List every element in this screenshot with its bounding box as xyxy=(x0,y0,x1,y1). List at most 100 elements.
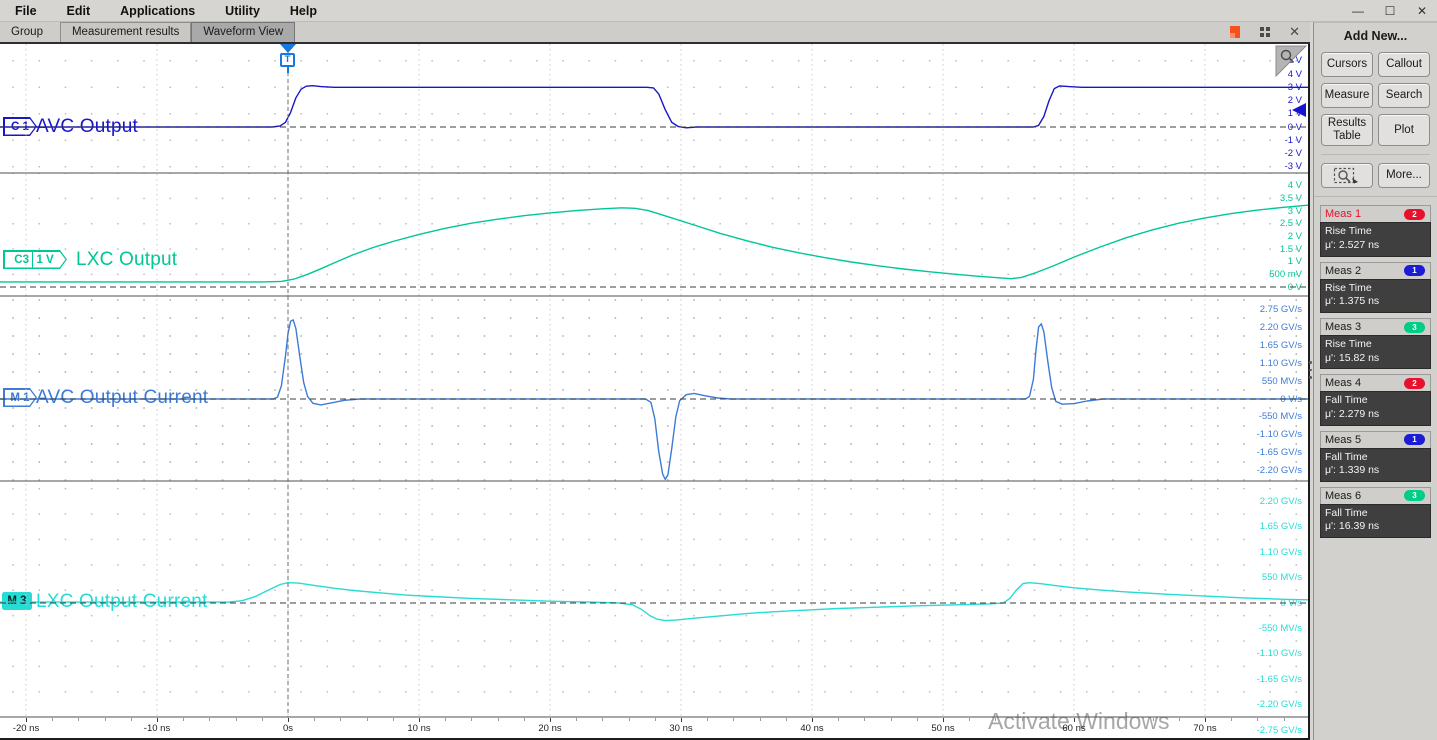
time-tick xyxy=(498,718,499,721)
meas-body: Fall Timeμ': 2.279 ns xyxy=(1320,391,1431,425)
channel-badge-m1[interactable]: M 1 xyxy=(3,388,37,407)
meas-card[interactable]: Meas 42Fall Timeμ': 2.279 ns xyxy=(1320,374,1431,425)
meas-header: Meas 12 xyxy=(1320,205,1431,222)
channel-badge-c3[interactable]: C31 V xyxy=(3,250,67,269)
panel-splitter-handle[interactable] xyxy=(1309,361,1312,379)
meas-type: Rise Time xyxy=(1325,338,1426,352)
ytick-label-m3: 1.65 GV/s xyxy=(1260,521,1302,532)
plot-button[interactable]: Plot xyxy=(1378,114,1430,146)
time-tick xyxy=(995,718,996,721)
meas-source-badge: 3 xyxy=(1404,490,1425,501)
ytick-label-m3: -550 MV/s xyxy=(1259,623,1302,634)
xtick-label: 0s xyxy=(283,723,293,734)
time-tick xyxy=(1048,718,1049,721)
tab-group[interactable]: Group xyxy=(0,23,54,42)
time-tick xyxy=(78,718,79,721)
search-button[interactable]: Search xyxy=(1378,83,1430,108)
layout-grid-icon[interactable] xyxy=(1259,26,1271,38)
channel-badge-text: C 1 xyxy=(8,121,32,133)
meas-title: Meas 5 xyxy=(1325,434,1361,446)
time-tick xyxy=(733,718,734,721)
document-icon[interactable] xyxy=(1229,25,1241,39)
meas-body: Rise Timeμ': 2.527 ns xyxy=(1320,222,1431,256)
results-table-button[interactable]: Results Table xyxy=(1321,114,1373,146)
meas-title: Meas 2 xyxy=(1325,265,1361,277)
xtick-label: 60 ns xyxy=(1062,723,1085,734)
oscilloscope-app: { "menu": { "items": ["File", "Edit", "A… xyxy=(0,0,1437,740)
tab-waveform-view[interactable]: Waveform View xyxy=(191,22,295,42)
time-tick xyxy=(288,718,289,722)
ytick-label-c3: 3 V xyxy=(1288,206,1302,217)
time-tick xyxy=(393,718,394,721)
menu-file[interactable]: File xyxy=(0,4,52,18)
meas-card[interactable]: Meas 51Fall Timeμ': 1.339 ns xyxy=(1320,431,1431,482)
time-tick xyxy=(367,718,368,721)
channel-badge-inner: M 1 xyxy=(5,390,36,406)
time-tick xyxy=(655,718,656,721)
minimize-button[interactable]: — xyxy=(1351,4,1365,18)
time-tick xyxy=(52,718,53,721)
ytick-label-c3: 4 V xyxy=(1288,180,1302,191)
callout-button[interactable]: Callout xyxy=(1378,52,1430,77)
menu-items: FileEditApplicationsUtilityHelp xyxy=(0,4,332,18)
ytick-label-m1: 550 MV/s xyxy=(1262,376,1302,387)
trigger-marker[interactable]: T xyxy=(280,53,295,67)
meas-header: Meas 42 xyxy=(1320,374,1431,391)
time-tick xyxy=(864,718,865,721)
channel-label-m3[interactable]: LXC Output Current xyxy=(36,591,208,613)
menu-utility[interactable]: Utility xyxy=(210,4,275,18)
add-new-buttons: CursorsCalloutMeasureSearchResults Table… xyxy=(1321,52,1430,146)
trigger-marker-arrow[interactable] xyxy=(280,44,296,53)
trigger-level-arrow[interactable] xyxy=(1292,103,1306,117)
time-tick xyxy=(340,718,341,721)
time-tick xyxy=(209,718,210,721)
time-tick xyxy=(1205,718,1206,722)
channel-label-c1[interactable]: AVC Output xyxy=(36,116,138,138)
ytick-label-m3: 2.20 GV/s xyxy=(1260,496,1302,507)
channel-badge-text: M 1 xyxy=(7,392,32,404)
menu-edit[interactable]: Edit xyxy=(52,4,106,18)
menu-help[interactable]: Help xyxy=(275,4,332,18)
meas-type: Fall Time xyxy=(1325,394,1426,408)
meas-body: Fall Timeμ': 1.339 ns xyxy=(1320,448,1431,482)
meas-card[interactable]: Meas 12Rise Timeμ': 2.527 ns xyxy=(1320,205,1431,256)
meas-card[interactable]: Meas 63Fall Timeμ': 16.39 ns xyxy=(1320,487,1431,538)
ytick-label-m1: 1.10 GV/s xyxy=(1260,358,1302,369)
channel-label-c3[interactable]: LXC Output xyxy=(76,249,177,271)
meas-card[interactable]: Meas 21Rise Timeμ': 1.375 ns xyxy=(1320,262,1431,313)
maximize-button[interactable]: ☐ xyxy=(1383,4,1397,18)
time-tick xyxy=(1100,718,1101,721)
time-tick xyxy=(105,718,106,721)
meas-value: μ': 2.279 ns xyxy=(1325,408,1426,422)
ytick-label-c1: -3 V xyxy=(1285,161,1302,172)
ytick-label-m1: 2.75 GV/s xyxy=(1260,304,1302,315)
trigger-marker-stem xyxy=(287,67,289,73)
tab-measurement-results[interactable]: Measurement results xyxy=(60,22,191,42)
ytick-label-c1: -1 V xyxy=(1285,135,1302,146)
cursors-button[interactable]: Cursors xyxy=(1321,52,1373,77)
time-tick xyxy=(550,718,551,722)
meas-card[interactable]: Meas 33Rise Timeμ': 15.82 ns xyxy=(1320,318,1431,369)
channel-label-m1[interactable]: AVC Output Current xyxy=(36,387,208,409)
tabs: Group Measurement resultsWaveform View xyxy=(0,22,295,42)
ytick-label-m3: 1.10 GV/s xyxy=(1260,547,1302,558)
channel-badge-inner: C 1 xyxy=(5,119,36,135)
ytick-label-m1: -1.10 GV/s xyxy=(1257,429,1302,440)
channel-scale-text: 1 V xyxy=(33,254,58,266)
channel-badge-m3[interactable]: M 3 xyxy=(2,592,32,610)
close-icon[interactable]: ✕ xyxy=(1289,26,1300,38)
xtick-label: 50 ns xyxy=(931,723,954,734)
zoom-select-button[interactable] xyxy=(1321,163,1373,188)
close-button[interactable]: ✕ xyxy=(1415,4,1429,18)
menu-applications[interactable]: Applications xyxy=(105,4,210,18)
channel-badge-c1[interactable]: C 1 xyxy=(3,117,37,136)
add-new-buttons-row2: More... xyxy=(1321,154,1430,188)
ytick-label-m3: -2.20 GV/s xyxy=(1257,699,1302,710)
xtick-label: 30 ns xyxy=(669,723,692,734)
more-button[interactable]: More... xyxy=(1378,163,1430,188)
meas-title: Meas 1 xyxy=(1325,208,1361,220)
ytick-label-c3: 2 V xyxy=(1288,231,1302,242)
measure-button[interactable]: Measure xyxy=(1321,83,1373,108)
ytick-label-m3: -1.65 GV/s xyxy=(1257,674,1302,685)
time-tick xyxy=(1284,718,1285,721)
